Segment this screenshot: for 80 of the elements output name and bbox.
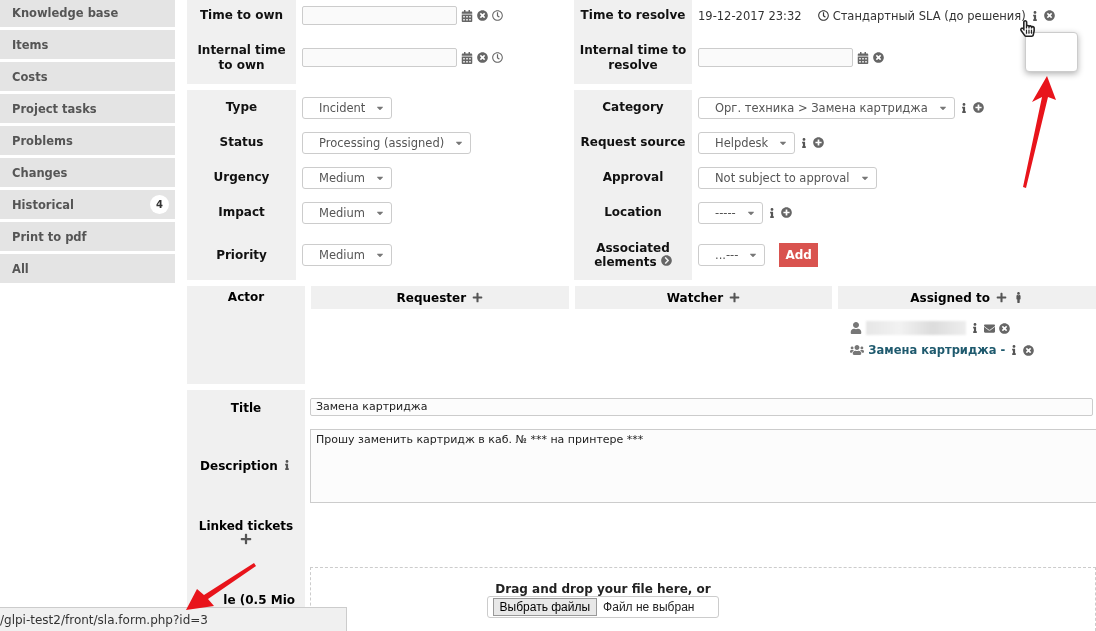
dropdown[interactable]: Medium	[302, 201, 392, 224]
tooltip	[1025, 32, 1078, 72]
clear-icon[interactable]	[1023, 344, 1035, 356]
dropdown[interactable]: -----	[698, 201, 763, 224]
user-icon	[850, 322, 863, 334]
add-icon[interactable]	[472, 292, 484, 303]
field-label: Request source	[580, 135, 686, 150]
file-input[interactable]: Выбрать файлы Файл не выбран	[486, 596, 720, 618]
add-icon[interactable]	[972, 102, 984, 113]
field-label: Linked tickets	[198, 519, 294, 533]
field-label: Location	[604, 205, 662, 220]
file-status: Файл не выбран	[603, 600, 695, 614]
sidebar-tab[interactable]: Historical 4	[0, 190, 175, 219]
field-label: Internal time to resolve	[578, 43, 688, 72]
dropdown[interactable]: Helpdesk	[698, 131, 796, 154]
clear-icon[interactable]	[477, 10, 488, 21]
actor-label: Actor	[187, 286, 305, 384]
field-label: Time to own	[199, 8, 284, 23]
group-link[interactable]: Замена картриджа -	[868, 343, 1006, 357]
clock-icon[interactable]	[492, 52, 503, 63]
description-field[interactable]: Прошу заменить картридж в каб. № *** на принтере ***	[310, 429, 1096, 503]
sidebar-tab[interactable]: Problems	[0, 126, 175, 155]
status-bar: /glpi-test2/front/sla.form.php?id=3	[0, 607, 347, 631]
add-button[interactable]: Add	[779, 243, 818, 267]
sidebar-tab[interactable]: All	[0, 254, 175, 283]
due-date: 19-12-2017 23:32	[698, 8, 802, 23]
count-badge: 4	[150, 195, 169, 214]
dropdown[interactable]: Medium	[302, 244, 392, 266]
dropdown[interactable]: Incident	[302, 96, 393, 119]
column-header: Requester	[311, 286, 569, 309]
field-label: Type	[225, 100, 258, 115]
drop-hint: Drag and drop your file here, or	[495, 582, 711, 596]
clock-icon[interactable]	[492, 10, 503, 21]
clear-icon[interactable]	[873, 52, 884, 63]
calendar-icon[interactable]	[857, 51, 869, 64]
field-label: Time to resolve	[580, 8, 686, 23]
field-label: Priority	[216, 247, 267, 263]
title-field[interactable]: Замена картриджа	[310, 398, 1093, 416]
sidebar-tab[interactable]: Costs	[0, 62, 175, 91]
field-label: Description	[200, 459, 292, 473]
dropdown[interactable]: Processing (assigned)	[302, 131, 472, 154]
date-field[interactable]	[698, 48, 853, 67]
field-label: Associated elements	[593, 240, 673, 270]
field-label: Category	[602, 100, 664, 115]
sidebar-tab[interactable]: Items	[0, 30, 175, 59]
clear-icon[interactable]	[999, 322, 1011, 334]
dropdown[interactable]: Орг. техника > Замена картриджа	[698, 96, 955, 119]
column-header: Watcher	[574, 286, 833, 309]
field-label: Impact	[218, 205, 265, 220]
sla-name: Стандартный SLA (до решения)	[832, 8, 1026, 23]
sidebar-tab[interactable]: Print to pdf	[0, 222, 175, 251]
dropdown[interactable]: Not subject to approval	[698, 166, 877, 189]
field-label: Status	[219, 135, 264, 150]
add-icon[interactable]	[240, 533, 252, 545]
field-label: Internal time to own	[196, 43, 287, 72]
add-icon[interactable]	[813, 137, 825, 148]
column-header: Assigned to	[838, 286, 1096, 309]
dropdown[interactable]: ...---	[698, 244, 766, 266]
date-field[interactable]	[302, 6, 457, 25]
calendar-icon[interactable]	[461, 9, 473, 22]
choose-files-button[interactable]: Выбрать файлы	[492, 598, 598, 616]
calendar-icon[interactable]	[461, 51, 473, 64]
sidebar-tab[interactable]: Knowledge base	[0, 0, 175, 27]
field-label: Approval	[602, 170, 664, 185]
add-icon[interactable]	[780, 207, 792, 218]
clear-icon[interactable]	[477, 52, 488, 63]
field-label: Urgency	[213, 170, 270, 185]
clear-icon[interactable]	[1043, 10, 1055, 21]
clock-icon	[817, 10, 829, 21]
dropdown[interactable]: Medium	[302, 166, 392, 189]
date-field[interactable]	[302, 48, 457, 67]
sidebar-tab[interactable]: Changes	[0, 158, 175, 187]
person-icon[interactable]	[1013, 292, 1024, 303]
add-icon[interactable]	[729, 292, 741, 303]
add-icon[interactable]	[996, 292, 1007, 303]
sidebar-tab[interactable]: Project tasks	[0, 94, 175, 123]
group-icon	[850, 343, 865, 357]
mail-icon[interactable]	[984, 322, 996, 334]
field-label: Title	[230, 400, 262, 415]
field-label: le (0.5 Mio	[223, 593, 295, 607]
